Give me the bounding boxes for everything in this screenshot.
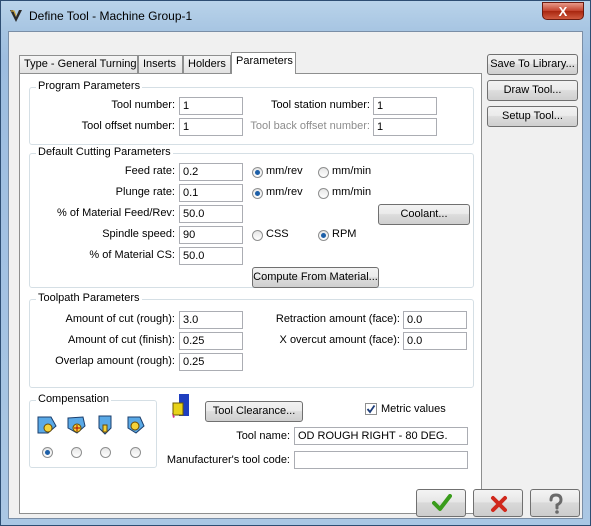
tool-back-offset-input[interactable]: 1 — [373, 118, 437, 136]
ok-button[interactable] — [416, 489, 466, 517]
feed-rate-input[interactable]: 0.2 — [179, 163, 243, 181]
tool-station-label: Tool station number: — [270, 99, 370, 111]
manufacturer-code-input[interactable] — [294, 451, 468, 469]
group-title: Toolpath Parameters — [36, 292, 142, 304]
comp-right-icon[interactable] — [124, 414, 146, 436]
cut-finish-label: Amount of cut (finish): — [68, 334, 175, 346]
tab-parameters[interactable]: Parameters — [231, 52, 296, 74]
tab-holders[interactable]: Holders — [183, 55, 231, 73]
group-title: Default Cutting Parameters — [36, 146, 173, 158]
x-icon — [491, 496, 507, 512]
coolant-button[interactable]: Coolant... — [378, 204, 470, 225]
question-icon — [549, 493, 563, 514]
comp-reverse-wear-icon[interactable] — [94, 414, 116, 436]
overcut-input[interactable]: 0.0 — [403, 332, 467, 350]
comp-left-icon[interactable] — [36, 414, 58, 436]
group-title: Program Parameters — [36, 80, 143, 92]
checkmark-icon — [432, 494, 452, 511]
tool-clearance-icon — [172, 394, 189, 418]
plunge-mm-rev-label: mm/rev — [266, 186, 303, 198]
plunge-mm-min-label: mm/min — [332, 186, 372, 198]
tool-number-label: Tool number: — [111, 99, 175, 111]
material-cs-input[interactable]: 50.0 — [179, 247, 243, 265]
cancel-button[interactable] — [473, 489, 523, 517]
retraction-label: Retraction amount (face): — [275, 313, 400, 325]
tool-name-label: Tool name: — [236, 430, 290, 442]
parameters-panel: Program Parameters Tool number: 1 Tool s… — [19, 73, 482, 514]
tool-offset-label: Tool offset number: — [81, 120, 175, 132]
draw-tool-button[interactable]: Draw Tool... — [487, 80, 578, 101]
cut-rough-input[interactable]: 3.0 — [179, 311, 243, 329]
tool-back-offset-label: Tool back offset number: — [250, 120, 370, 132]
tool-number-input[interactable]: 1 — [179, 97, 243, 115]
material-cs-label: % of Material CS: — [89, 249, 175, 261]
plunge-mm-rev-radio[interactable] — [252, 188, 263, 199]
define-tool-window: Define Tool - Machine Group-1 X Type - G… — [0, 0, 591, 526]
window-title: Define Tool - Machine Group-1 — [29, 9, 193, 23]
setup-tool-button[interactable]: Setup Tool... — [487, 106, 578, 127]
comp-wear-icon[interactable] — [65, 414, 87, 436]
program-parameters-group: Program Parameters Tool number: 1 Tool s… — [29, 80, 474, 145]
comp-left-radio[interactable] — [42, 447, 53, 458]
comp-right-radio[interactable] — [130, 447, 141, 458]
feed-mm-min-label: mm/min — [332, 165, 372, 177]
overlap-input[interactable]: 0.25 — [179, 353, 243, 371]
comp-wear-radio[interactable] — [71, 447, 82, 458]
toolpath-parameters-group: Toolpath Parameters Amount of cut (rough… — [29, 292, 474, 388]
material-feed-label: % of Material Feed/Rev: — [57, 207, 175, 219]
dialog-body: Type - General Turning Inserts Holders P… — [8, 31, 583, 519]
checkmark-icon — [366, 404, 376, 414]
help-button[interactable] — [530, 489, 580, 517]
comp-reverse-wear-radio[interactable] — [100, 447, 111, 458]
material-feed-input[interactable]: 50.0 — [179, 205, 243, 223]
metric-values-checkbox[interactable] — [365, 403, 377, 415]
tab-inserts[interactable]: Inserts — [138, 55, 183, 73]
close-button[interactable]: X — [542, 2, 584, 20]
overlap-label: Overlap amount (rough): — [55, 355, 175, 367]
cut-finish-input[interactable]: 0.25 — [179, 332, 243, 350]
plunge-rate-label: Plunge rate: — [115, 186, 175, 198]
feed-mm-rev-radio[interactable] — [252, 167, 263, 178]
manufacturer-code-label: Manufacturer's tool code: — [166, 454, 290, 466]
metric-values-label: Metric values — [381, 403, 446, 415]
plunge-mm-min-radio[interactable] — [318, 188, 329, 199]
css-radio[interactable] — [252, 230, 263, 241]
feed-rate-label: Feed rate: — [124, 165, 175, 177]
tool-clearance-button[interactable]: Tool Clearance... — [205, 401, 303, 422]
rpm-label: RPM — [332, 228, 357, 240]
spindle-speed-label: Spindle speed: — [102, 228, 175, 240]
tab-type-general-turning[interactable]: Type - General Turning — [19, 55, 138, 73]
plunge-rate-input[interactable]: 0.1 — [179, 184, 243, 202]
cutting-parameters-group: Default Cutting Parameters Feed rate: 0.… — [29, 146, 474, 288]
overcut-label: X overcut amount (face): — [279, 334, 400, 346]
compute-from-material-button[interactable]: Compute From Material... — [252, 267, 379, 288]
compensation-group: Compensation — [29, 393, 157, 468]
tool-offset-input[interactable]: 1 — [179, 118, 243, 136]
rpm-radio[interactable] — [318, 230, 329, 241]
tool-name-input[interactable]: OD ROUGH RIGHT - 80 DEG. — [294, 427, 468, 445]
save-to-library-button[interactable]: Save To Library... — [487, 54, 578, 75]
retraction-input[interactable]: 0.0 — [403, 311, 467, 329]
spindle-speed-input[interactable]: 90 — [179, 226, 243, 244]
group-title: Compensation — [36, 393, 111, 405]
app-icon — [10, 10, 22, 22]
cut-rough-label: Amount of cut (rough): — [65, 313, 175, 325]
feed-mm-rev-label: mm/rev — [266, 165, 303, 177]
tool-station-input[interactable]: 1 — [373, 97, 437, 115]
title-bar[interactable]: Define Tool - Machine Group-1 X — [1, 1, 590, 31]
css-label: CSS — [266, 228, 289, 240]
feed-mm-min-radio[interactable] — [318, 167, 329, 178]
